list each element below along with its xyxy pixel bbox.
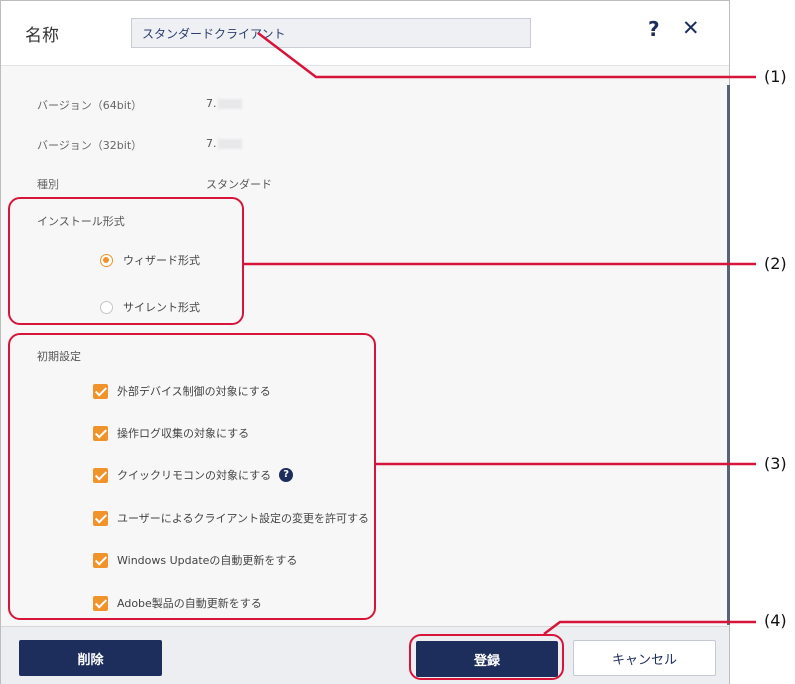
callout-label-2: (2) [764,254,787,273]
callout-lines [244,32,756,635]
callout-label-4: (4) [764,611,787,630]
callout-label-1: (1) [764,67,787,86]
callout-label-3: (3) [764,454,787,473]
